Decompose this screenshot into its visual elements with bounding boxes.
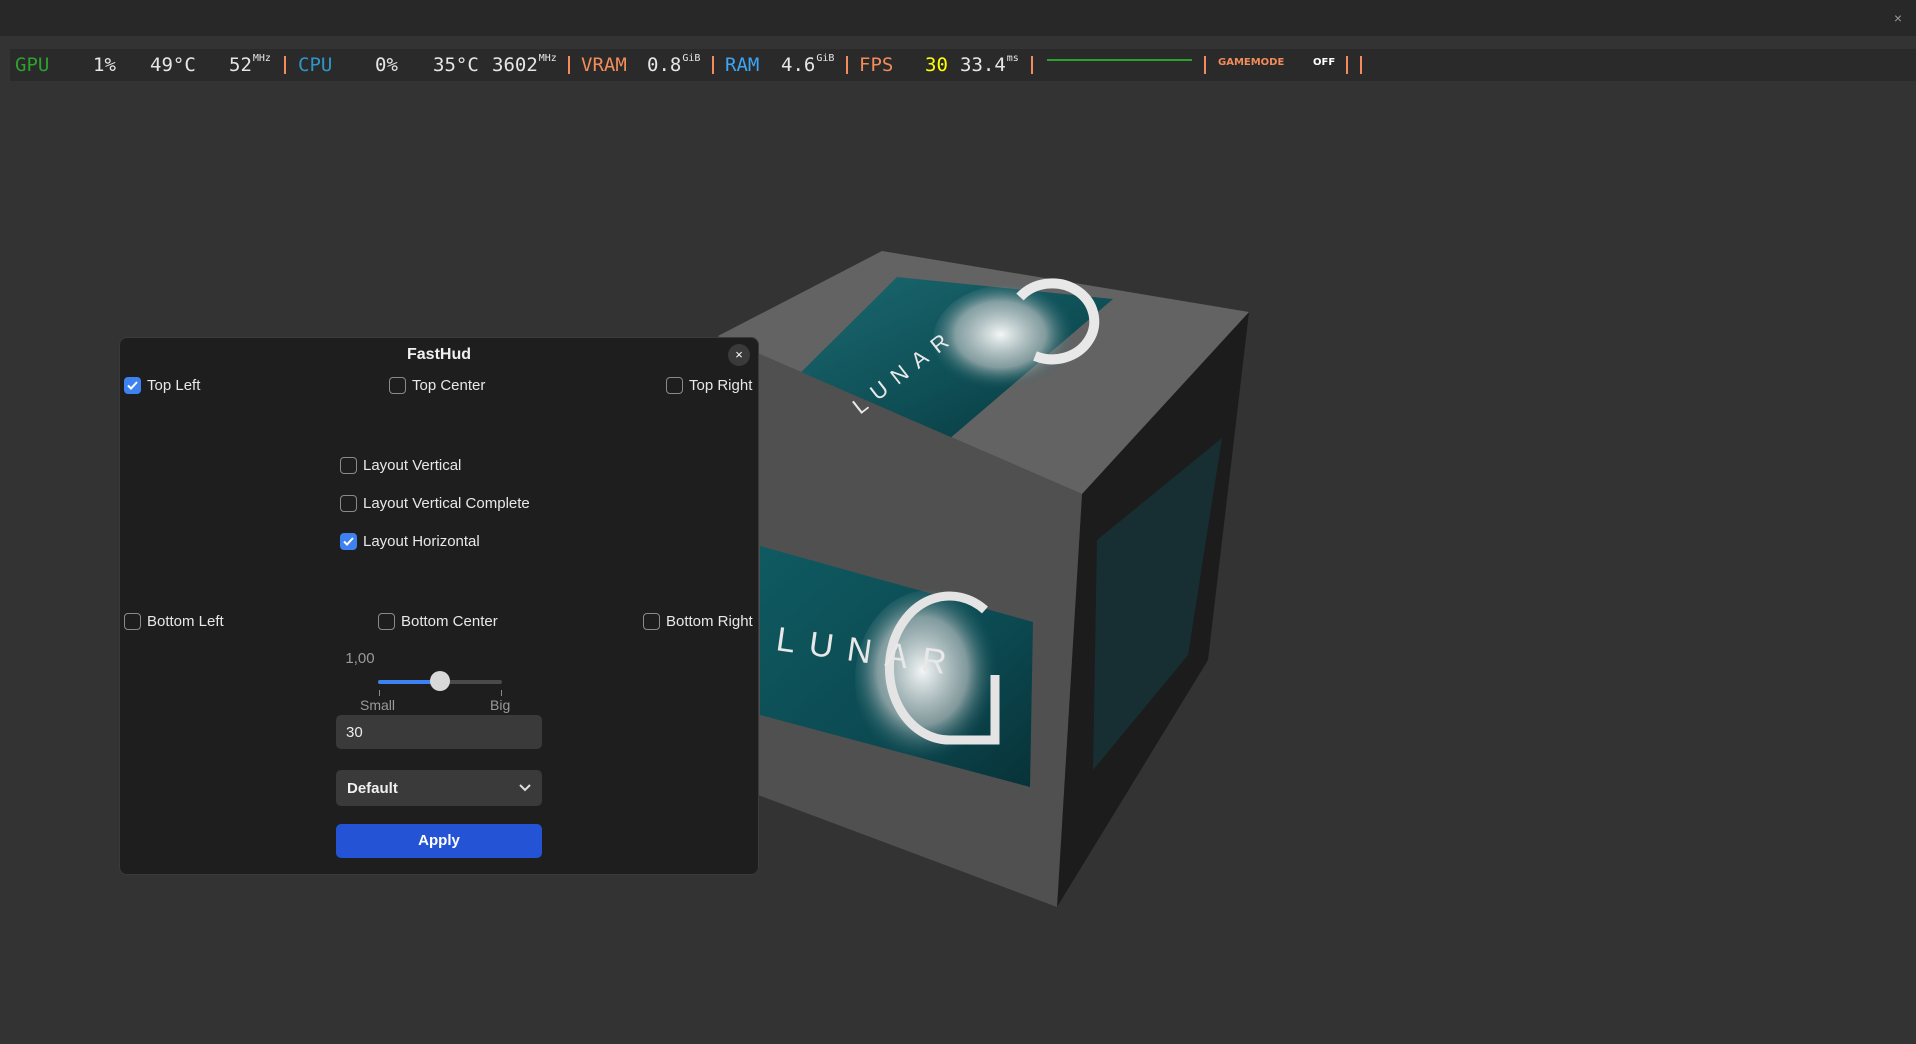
checkbox-top-left[interactable]: Top Left bbox=[124, 374, 200, 396]
dialog-title: FastHud bbox=[407, 346, 471, 363]
scale-tick-max bbox=[501, 690, 502, 696]
checkbox-box bbox=[124, 612, 141, 630]
checkbox-bottom-right[interactable]: Bottom Right bbox=[643, 610, 753, 632]
chevron-down-icon bbox=[519, 779, 531, 797]
apply-button[interactable]: Apply bbox=[336, 824, 542, 858]
checkbox-top-center[interactable]: Top Center bbox=[389, 374, 485, 396]
fps-limit-input[interactable] bbox=[336, 715, 542, 749]
scale-min-label: Small bbox=[360, 697, 396, 713]
checkbox-label: Layout Vertical Complete bbox=[363, 494, 530, 512]
checkbox-box bbox=[340, 532, 357, 550]
checkbox-box bbox=[666, 376, 683, 394]
dialog-close-button[interactable]: × bbox=[728, 344, 750, 366]
fasthud-dialog: FastHud × Top Left Top Center Top Right … bbox=[119, 337, 759, 875]
preset-select[interactable]: Default bbox=[336, 770, 542, 806]
checkbox-label: Top Right bbox=[689, 376, 753, 394]
scale-value: 1,00 bbox=[345, 650, 375, 667]
checkbox-box bbox=[340, 456, 357, 474]
checkbox-label: Top Center bbox=[412, 376, 486, 394]
checkbox-label: Bottom Center bbox=[401, 612, 498, 630]
checkbox-label: Bottom Right bbox=[666, 612, 753, 630]
checkbox-box bbox=[340, 494, 357, 512]
checkbox-layout-horizontal[interactable]: Layout Horizontal bbox=[340, 530, 480, 552]
checkbox-layout-vertical[interactable]: Layout Vertical bbox=[340, 454, 461, 476]
preset-selected-value: Default bbox=[347, 779, 398, 797]
scale-slider-thumb[interactable] bbox=[430, 671, 450, 691]
checkbox-label: Top Left bbox=[147, 376, 201, 394]
checkbox-top-right[interactable]: Top Right bbox=[666, 374, 752, 396]
checkbox-box bbox=[378, 612, 395, 630]
scale-max-label: Big bbox=[490, 697, 511, 713]
checkbox-box bbox=[389, 376, 406, 394]
scale-tick-min bbox=[379, 690, 380, 696]
checkbox-label: Bottom Left bbox=[147, 612, 224, 630]
scale-slider[interactable] bbox=[378, 671, 502, 691]
checkbox-label: Layout Horizontal bbox=[363, 532, 480, 550]
checkbox-bottom-left[interactable]: Bottom Left bbox=[124, 610, 224, 632]
checkbox-layout-vertical-complete[interactable]: Layout Vertical Complete bbox=[340, 492, 530, 514]
checkbox-box bbox=[124, 376, 141, 394]
checkbox-label: Layout Vertical bbox=[363, 456, 462, 474]
checkbox-box bbox=[643, 612, 660, 630]
checkbox-bottom-center[interactable]: Bottom Center bbox=[378, 610, 498, 632]
